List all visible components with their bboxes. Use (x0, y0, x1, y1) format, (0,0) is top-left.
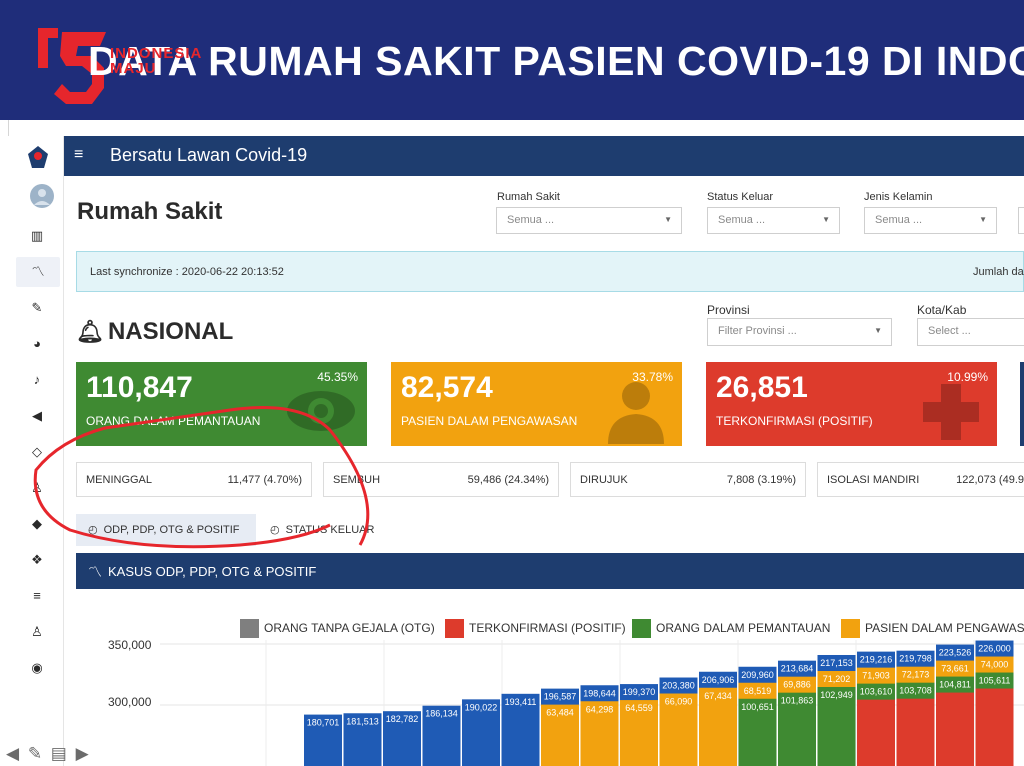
stat-value: 59,486 (24.34%) (467, 474, 549, 486)
logo-text: INDONESIA MAJU (110, 46, 202, 76)
card-positif[interactable]: 26,851 10.99% TERKONFIRMASI (POSITIF) (706, 362, 997, 446)
slide-banner: DATA RUMAH SAKIT PASIEN COVID-19 DI INDO… (0, 0, 1024, 120)
avatar[interactable] (30, 184, 54, 208)
select-value: Semua ... (875, 214, 923, 226)
select-provinsi[interactable]: Filter Provinsi ... ▼ (707, 318, 892, 346)
slide-toolbar: ◀ ✎ ▤ ▶ (6, 744, 89, 764)
filter-label-rumah-sakit: Rumah Sakit (497, 191, 560, 203)
select-rumah-sakit[interactable]: Semua ... ▼ (496, 207, 682, 234)
line-chart-icon: 〽 (88, 564, 102, 580)
app-title: Bersatu Lawan Covid-19 (110, 145, 308, 165)
y-tick-350000: 350,000 (108, 638, 152, 652)
stat-isolasi-mandiri[interactable]: ISOLASI MANDIRI 122,073 (49.9 (817, 462, 1024, 497)
eye-icon (287, 391, 355, 431)
legend-label-pdp: PASIEN DALAM PENGAWASAN (865, 621, 1024, 635)
select-value: Select ... (928, 325, 971, 337)
card-value: 26,851 (716, 371, 808, 404)
document-icon[interactable]: ▤ (51, 744, 67, 763)
tab-status-keluar[interactable]: ◴ STATUS KELUAR (266, 514, 376, 546)
sync-alert: Last synchronize : 2020-06-22 20:13:52 J… (76, 251, 1024, 292)
select-value: Filter Provinsi ... (718, 325, 797, 337)
legend-swatch-otg (240, 619, 259, 638)
clock-icon: ◴ (88, 524, 98, 536)
stat-label: SEMBUH (333, 474, 381, 486)
card-odp[interactable]: 110,847 45.35% ORANG DALAM PEMANTAUAN (76, 362, 367, 446)
legend-label-odp: ORANG DALAM PEMANTAUAN (656, 621, 831, 635)
card-cut-off (1020, 362, 1024, 446)
chevron-down-icon: ▼ (874, 326, 882, 335)
card-label: PASIEN DALAM PENGAWASAN (401, 414, 578, 428)
filter-label-status-keluar: Status Keluar (707, 191, 774, 203)
map-icon[interactable]: ▥ (29, 228, 45, 244)
card-pdp[interactable]: 82,574 33.78% PASIEN DALAM PENGAWASAN (391, 362, 682, 446)
filter-label-kota-kab: Kota/Kab (917, 303, 967, 317)
card-value: 110,847 (86, 371, 193, 404)
hamburger-menu-icon[interactable]: ≡ (74, 146, 83, 164)
stat-label: ISOLASI MANDIRI (827, 474, 920, 486)
chevron-down-icon: ▼ (822, 215, 830, 224)
database-icon[interactable]: ≡ (29, 588, 45, 604)
select-kota-kab[interactable]: Select ... (917, 318, 1024, 346)
stat-value: 122,073 (49.9 (956, 474, 1024, 486)
stat-label: DIRUJUK (580, 474, 628, 486)
doctor-icon (608, 382, 664, 444)
sidebar: ▥ 〽 ✎ ◕ ♪ ◀ ◇ ♙ ◆ ❖ ≡ ♙ ◉ (8, 136, 64, 766)
sync-text: Last synchronize : 2020-06-22 20:13:52 (90, 266, 284, 278)
select-value: Semua ... (507, 214, 555, 226)
clock-icon: ◴ (270, 524, 280, 536)
pen-icon[interactable]: ✎ (28, 744, 42, 763)
select-cut-off[interactable] (1018, 207, 1024, 234)
sync-right-text: Jumlah da (973, 266, 1024, 278)
user-icon[interactable]: ♙ (29, 480, 45, 496)
filter-label-provinsi: Provinsi (707, 303, 750, 317)
legend-swatch-pdp (841, 619, 860, 638)
back-arrow-icon[interactable]: ◀ (6, 744, 19, 763)
legend-swatch-odp (632, 619, 651, 638)
user-circle-icon[interactable]: ◉ (29, 660, 45, 676)
select-status-keluar[interactable]: Semua ... ▼ (707, 207, 840, 234)
android-icon[interactable]: ◆ (29, 516, 45, 532)
tab-odp-pdp-otg-positif[interactable]: ◴ ODP, PDP, OTG & POSITIF (76, 514, 256, 546)
tab-label: STATUS KELUAR (285, 524, 375, 536)
diamond-icon[interactable]: ◇ (29, 444, 45, 460)
stat-dirujuk[interactable]: DIRUJUK 7,808 (3.19%) (570, 462, 806, 497)
card-label: ORANG DALAM PEMANTAUAN (86, 414, 261, 428)
chevron-down-icon: ▼ (979, 215, 987, 224)
chart-area (76, 589, 1024, 766)
stat-label: MENINGGAL (86, 474, 153, 486)
dropbox-icon[interactable]: ❖ (29, 552, 45, 568)
legend-label-positif: TERKONFIRMASI (POSITIF) (469, 621, 626, 635)
pencil-icon[interactable]: ✎ (29, 300, 45, 316)
chart-title: KASUS ODP, PDP, OTG & POSITIF (108, 564, 317, 579)
user-outline-icon[interactable]: ♙ (29, 624, 45, 640)
forward-arrow-icon[interactable]: ▶ (76, 744, 89, 763)
chart-icon[interactable]: 〽 (16, 257, 60, 287)
stat-value: 7,808 (3.19%) (726, 474, 796, 486)
plus-icon (923, 384, 979, 440)
tab-label: ODP, PDP, OTG & POSITIF (103, 524, 240, 536)
select-value: Semua ... (718, 214, 766, 226)
y-tick-300000: 300,000 (108, 695, 152, 709)
card-value: 82,574 (401, 371, 493, 404)
page-title: Rumah Sakit (77, 198, 223, 225)
gauge-icon[interactable]: ◕ (29, 336, 45, 352)
filter-label-jenis-kelamin: Jenis Kelamin (864, 191, 933, 203)
select-jenis-kelamin[interactable]: Semua ... ▼ (864, 207, 997, 234)
stat-value: 11,477 (4.70%) (227, 474, 302, 486)
logo-text-line2: MAJU (110, 60, 157, 77)
legend-swatch-positif (445, 619, 464, 638)
stat-sembuh[interactable]: SEMBUH 59,486 (24.34%) (323, 462, 559, 497)
section-title-text: NASIONAL (107, 318, 234, 345)
card-label: TERKONFIRMASI (POSITIF) (716, 414, 873, 428)
megaphone-icon[interactable]: ◀ (29, 408, 45, 424)
chart-header: 〽 KASUS ODP, PDP, OTG & POSITIF (76, 553, 1024, 589)
bell-icon[interactable]: ♪ (29, 372, 45, 388)
chevron-down-icon: ▼ (664, 215, 672, 224)
bell-icon: 🔔︎ (76, 319, 104, 344)
section-title: 🔔︎ NASIONAL (76, 318, 233, 346)
legend-label-otg: ORANG TANPA GEJALA (OTG) (264, 621, 435, 635)
slide-title: DATA RUMAH SAKIT PASIEN COVID-19 DI INDO… (88, 38, 1024, 84)
stat-meninggal[interactable]: MENINGGAL 11,477 (4.70%) (76, 462, 312, 497)
garuda-logo-icon[interactable] (26, 144, 50, 170)
